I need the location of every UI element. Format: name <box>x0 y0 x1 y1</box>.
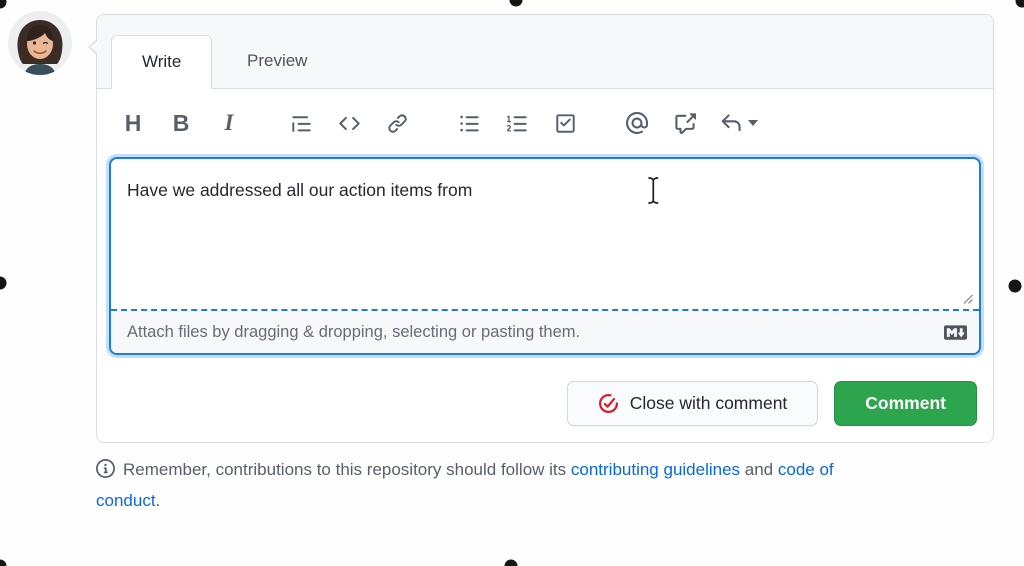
issue-closed-icon <box>598 393 619 414</box>
comment-textarea[interactable]: Have we addressed all our action items f… <box>111 159 979 309</box>
mention-icon <box>626 112 648 134</box>
decorative-dot <box>510 0 523 7</box>
decorative-dot <box>505 560 518 566</box>
comment-box: Write Preview H B I <box>96 14 994 443</box>
code-button[interactable] <box>325 103 373 143</box>
close-with-comment-button[interactable]: Close with comment <box>567 381 819 426</box>
decorative-dot <box>1016 0 1024 8</box>
comment-tabs-header: Write Preview <box>97 15 993 89</box>
note-text: and <box>740 460 778 479</box>
avatar-illustration <box>8 11 72 75</box>
cross-reference-button[interactable] <box>661 103 709 143</box>
close-with-comment-label: Close with comment <box>630 393 788 414</box>
tab-preview-label: Preview <box>247 51 307 71</box>
comment-button-label: Comment <box>865 393 946 414</box>
heading-button[interactable]: H <box>109 103 157 143</box>
ordered-list-button[interactable] <box>493 103 541 143</box>
quote-icon <box>291 113 312 134</box>
link-icon <box>387 113 408 134</box>
code-icon <box>339 113 360 134</box>
tab-write-label: Write <box>142 52 181 72</box>
unordered-list-button[interactable] <box>445 103 493 143</box>
screenshot-stage: Write Preview H B I <box>0 0 1024 566</box>
cross-reference-icon <box>674 112 696 134</box>
resize-handle-icon[interactable] <box>960 291 975 306</box>
mention-button[interactable] <box>613 103 661 143</box>
markdown-toolbar: H B I <box>97 89 993 157</box>
saved-replies-button[interactable] <box>709 103 769 143</box>
italic-button[interactable]: I <box>205 103 253 143</box>
decorative-dot <box>0 560 7 566</box>
italic-icon: I <box>225 110 234 136</box>
note-text: Remember, contributions to this reposito… <box>123 460 571 479</box>
info-icon <box>96 459 115 487</box>
attach-files-bar[interactable]: Attach files by dragging & dropping, sel… <box>111 309 979 353</box>
user-avatar <box>8 11 72 75</box>
unordered-list-icon <box>459 113 480 134</box>
task-list-button[interactable] <box>541 103 589 143</box>
heading-icon: H <box>125 110 142 137</box>
attach-files-hint: Attach files by dragging & dropping, sel… <box>127 323 580 342</box>
decorative-dot <box>1009 280 1022 293</box>
tab-write[interactable]: Write <box>111 35 212 89</box>
bold-icon: B <box>173 110 190 137</box>
contribution-note: Remember, contributions to this reposito… <box>96 456 976 515</box>
ordered-list-icon <box>507 113 528 134</box>
decorative-dot <box>0 277 7 290</box>
decorative-dot <box>0 0 7 9</box>
comment-actions: Close with comment Comment <box>97 381 977 426</box>
reply-icon <box>720 112 742 134</box>
code-of-conduct-link[interactable]: conduct <box>96 491 156 510</box>
textarea-region: Have we addressed all our action items f… <box>111 159 979 309</box>
link-button[interactable] <box>373 103 421 143</box>
chevron-down-icon <box>748 120 758 126</box>
note-text: . <box>156 491 161 510</box>
comment-button[interactable]: Comment <box>834 381 977 426</box>
bold-button[interactable]: B <box>157 103 205 143</box>
quote-button[interactable] <box>277 103 325 143</box>
code-of-conduct-link[interactable]: code of <box>778 460 834 479</box>
markdown-supported-icon[interactable] <box>944 321 967 344</box>
contributing-guidelines-link[interactable]: contributing guidelines <box>571 460 740 479</box>
comment-editor: Have we addressed all our action items f… <box>109 157 981 355</box>
tab-preview[interactable]: Preview <box>217 34 337 88</box>
i-beam-cursor-icon <box>646 176 661 205</box>
task-list-icon <box>555 113 576 134</box>
